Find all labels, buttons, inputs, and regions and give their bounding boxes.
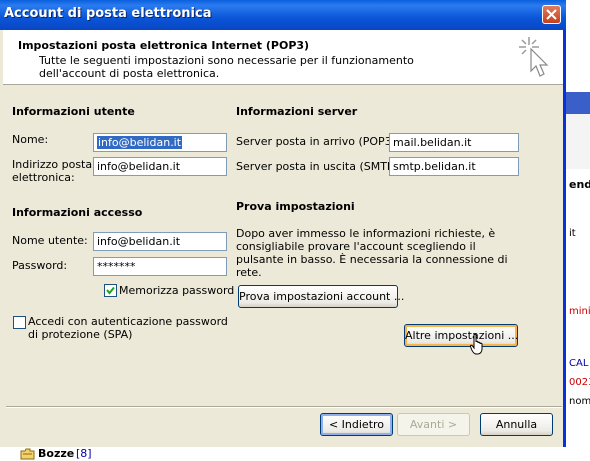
spa-label-line1[interactable]: Accedi con autenticazione password — [28, 315, 228, 328]
bg-band-top — [565, 0, 590, 90]
server-info-heading: Informazioni server — [236, 105, 358, 118]
bg-fragment-3: minio — [569, 306, 590, 317]
username-label: Nome utente: — [12, 234, 88, 247]
bg-fragment-1: enda — [569, 178, 590, 191]
access-info-heading: Informazioni accesso — [12, 206, 143, 219]
close-icon — [546, 9, 557, 20]
bg-fragment-5: 0023 — [569, 377, 590, 388]
next-button: Avanti > — [397, 413, 470, 436]
window-title: Account di posta elettronica — [4, 6, 212, 21]
user-info-heading: Informazioni utente — [12, 105, 135, 118]
hand-cursor-icon — [470, 334, 483, 355]
spa-label-line2[interactable]: di protezione (SPA) — [28, 328, 132, 341]
password-label: Password: — [12, 259, 68, 272]
test-settings-heading: Prova impostazioni — [236, 200, 355, 213]
bg-band-blue — [565, 92, 590, 114]
test-settings-description: Dopo aver immesso le informazioni richie… — [236, 227, 508, 279]
more-settings-button[interactable]: Altre impostazioni ... — [404, 324, 518, 347]
username-input[interactable]: info@belidan.it — [93, 232, 227, 251]
title-bar[interactable]: Account di posta elettronica — [0, 0, 566, 30]
remember-password-checkbox[interactable] — [104, 284, 117, 297]
password-input[interactable]: ******* — [93, 257, 227, 276]
email-label-line2: elettronica: — [12, 171, 75, 184]
bg-fragment-2: it — [569, 228, 576, 239]
spa-checkbox[interactable] — [13, 316, 26, 329]
outgoing-server-label: Server posta in uscita (SMTP): — [236, 160, 402, 173]
checkmark-icon — [106, 286, 115, 295]
email-label-line1: Indirizzo posta — [12, 158, 93, 171]
name-label: Nome: — [12, 133, 49, 146]
header-title: Impostazioni posta elettronica Internet … — [18, 39, 310, 52]
folder-drafts-label[interactable]: Bozze — [38, 447, 74, 460]
back-button[interactable]: < Indietro — [320, 413, 393, 436]
incoming-server-input[interactable]: mail.belidan.it — [389, 133, 519, 152]
background-folder-row: Bozze [8] — [0, 447, 590, 461]
name-value: info@belidan.it — [97, 136, 183, 149]
background-outlook-pane: enda it minio CAL 0023 nome — [565, 0, 590, 461]
remember-password-label[interactable]: Memorizza password — [119, 284, 234, 297]
header-description: Tutte le seguenti impostazioni sono nece… — [39, 54, 414, 80]
bg-fragment-6: nome — [569, 396, 590, 407]
account-dialog: Account di posta elettronica Impostazion… — [0, 0, 566, 447]
email-input[interactable]: info@belidan.it — [93, 157, 227, 176]
incoming-server-label: Server posta in arrivo (POP3): — [236, 135, 400, 148]
folder-drafts-count: [8] — [76, 447, 92, 460]
outgoing-server-input[interactable]: smtp.belidan.it — [389, 157, 519, 176]
test-account-button[interactable]: Prova impostazioni account ... — [238, 285, 404, 308]
bg-fragment-4: CAL — [569, 358, 589, 369]
folder-icon — [20, 448, 35, 460]
header-panel: Impostazioni posta elettronica Internet … — [3, 30, 563, 85]
cancel-button[interactable]: Annulla — [480, 413, 553, 436]
bg-band-light — [565, 114, 590, 169]
name-input[interactable]: info@belidan.it — [93, 133, 227, 152]
footer-separator — [6, 406, 562, 408]
close-button[interactable] — [542, 5, 561, 24]
cursor-click-icon — [519, 37, 549, 77]
